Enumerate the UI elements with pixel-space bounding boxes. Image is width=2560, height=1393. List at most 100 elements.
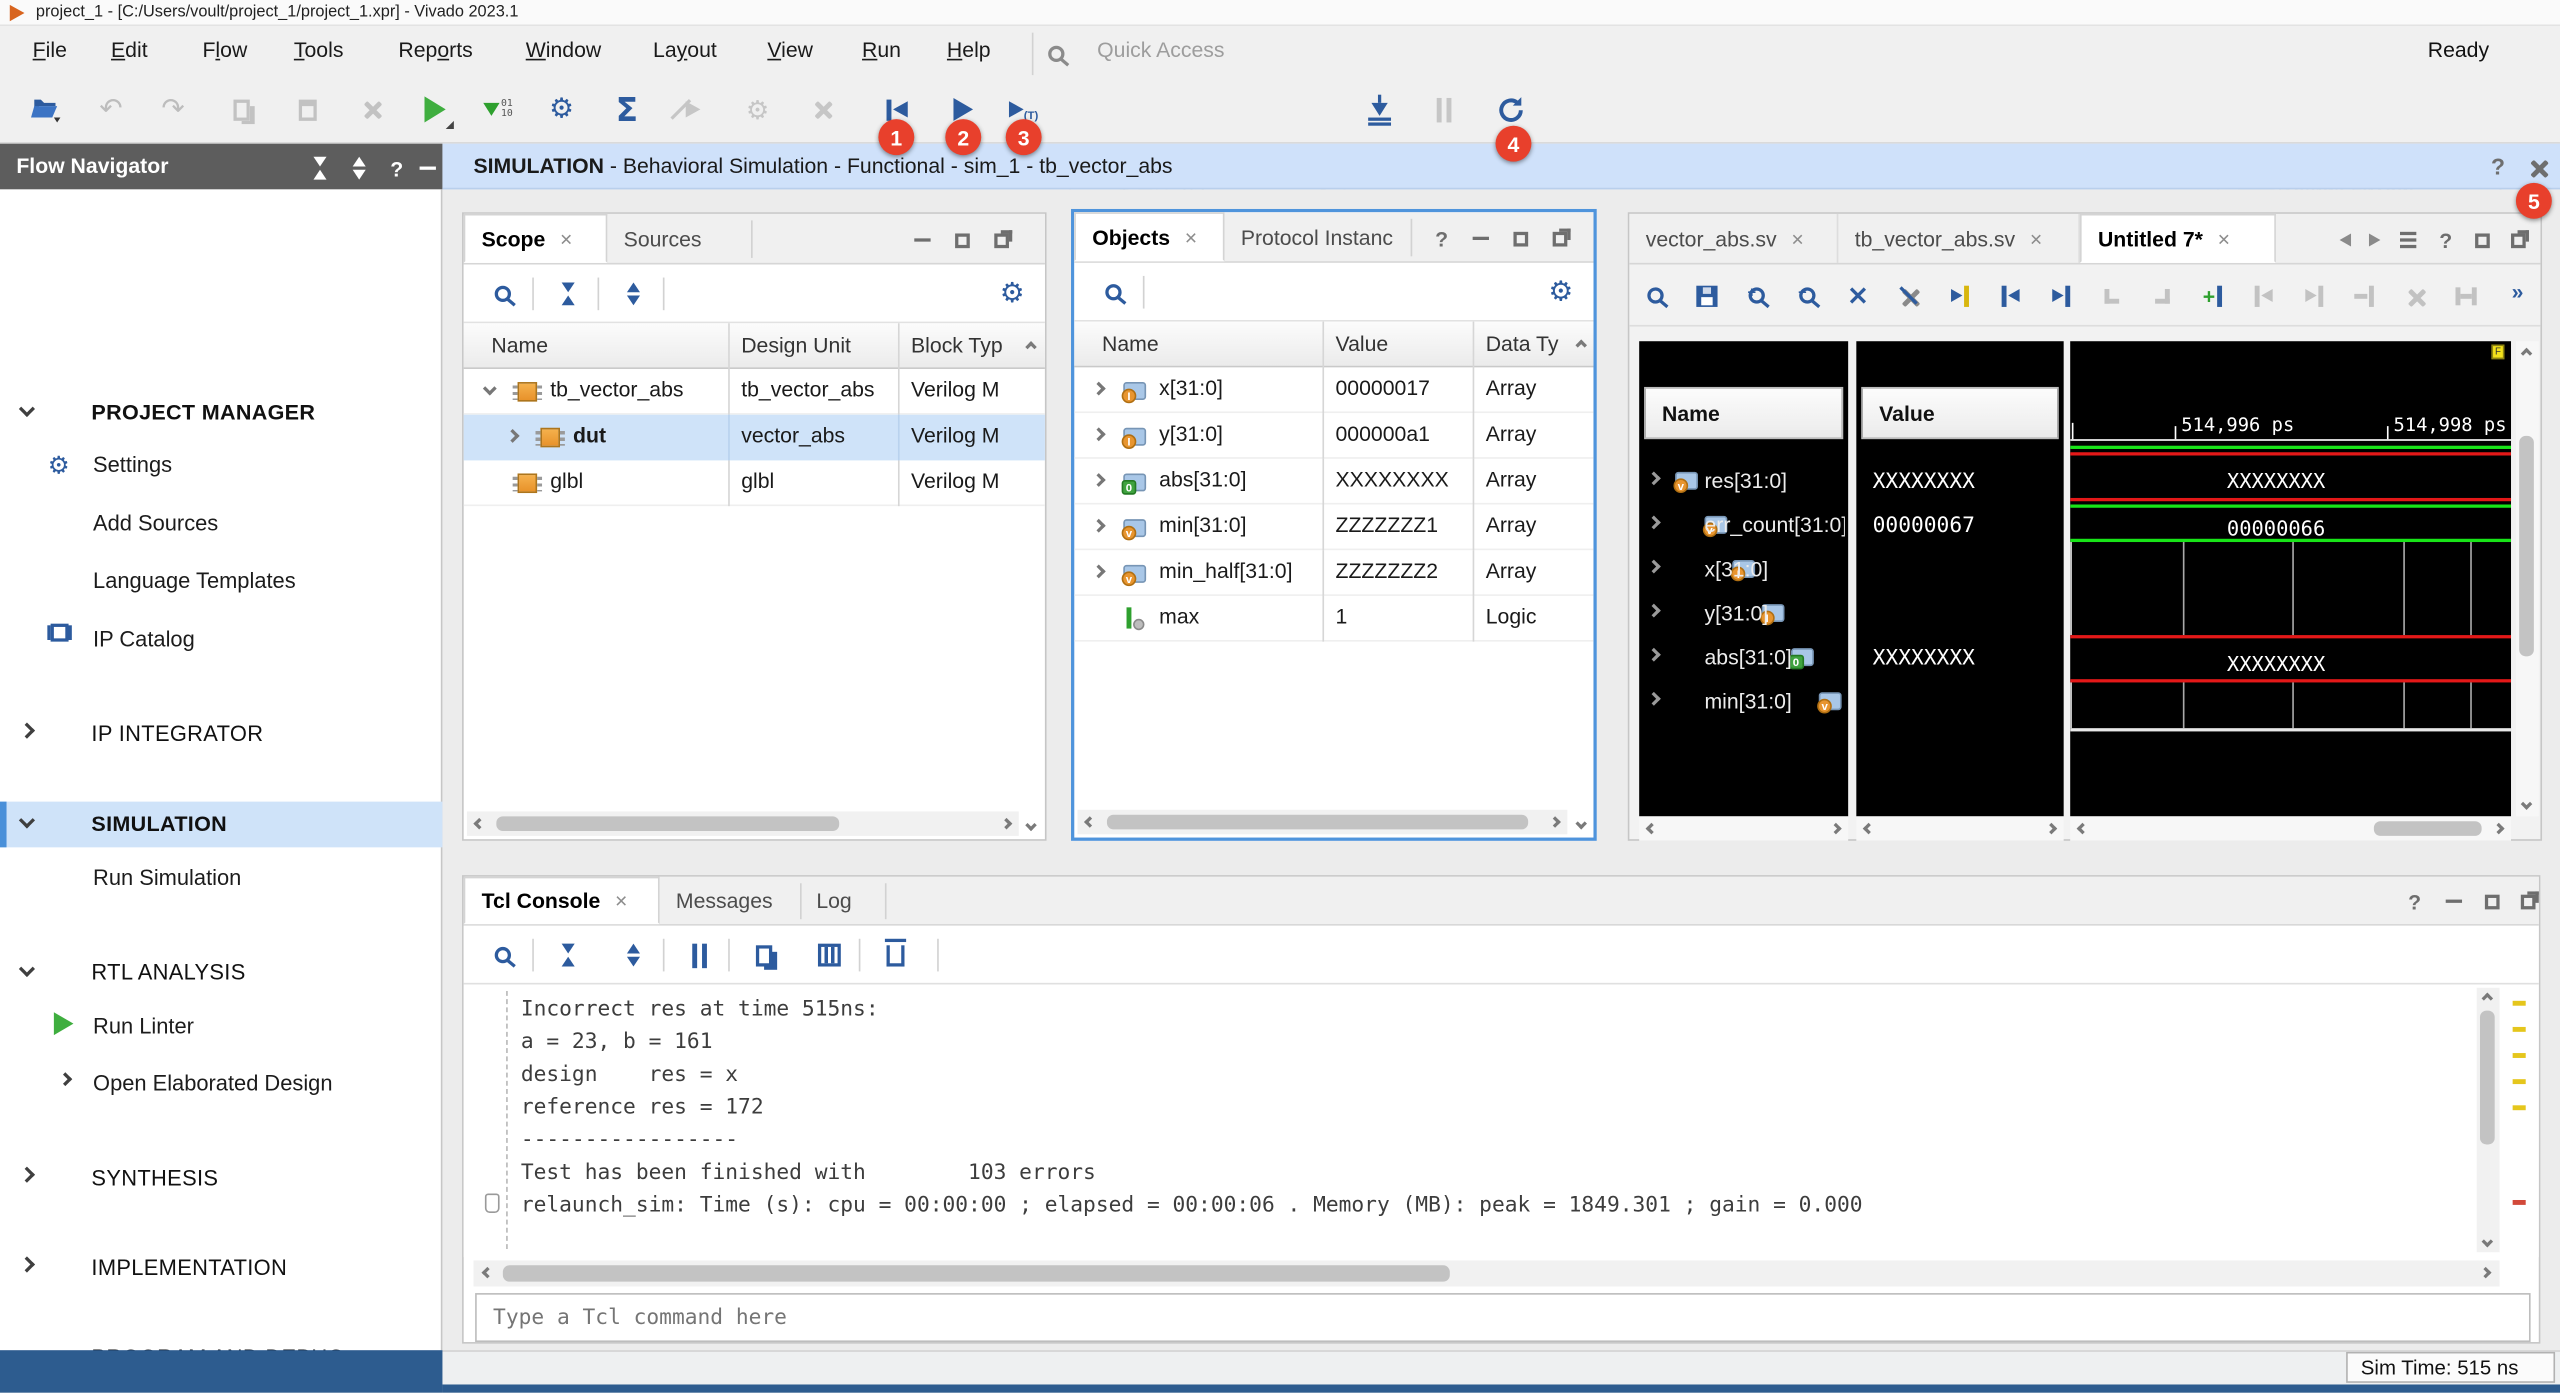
tree-chevron-icon[interactable] (1647, 692, 1661, 706)
tab-scroll-right-icon[interactable] (2361, 217, 2387, 263)
minimize-icon[interactable] (904, 217, 940, 263)
undo-button[interactable]: ↶ (88, 87, 134, 133)
table-row[interactable]: 0 abs[31:0] XXXXXXXX Array (1074, 459, 1593, 505)
tree-chevron-icon[interactable] (1647, 516, 1661, 530)
minimize-icon[interactable] (2436, 878, 2472, 924)
help-icon[interactable]: ? (2397, 878, 2433, 924)
tab-untitled-7[interactable]: Untitled 7*× (2080, 214, 2276, 263)
delete-button[interactable] (349, 87, 395, 133)
wave-canvas[interactable]: F 514,996 ps 514,998 ps XXXXXXXX 0000006… (2070, 341, 2511, 816)
menu-layout[interactable]: Layout (653, 38, 717, 62)
wave-name-hscrollbar[interactable] (1639, 816, 1848, 840)
tab-objects[interactable]: Objects× (1074, 212, 1224, 261)
section-chevron-icon[interactable] (19, 401, 35, 417)
menu-tools[interactable]: Tools (294, 38, 344, 62)
menu-window[interactable]: Window (526, 38, 602, 62)
tree-chevron-icon[interactable] (1092, 473, 1106, 487)
tab-scope[interactable]: Scope× (464, 214, 608, 263)
zoom-out-icon[interactable]: − (1784, 273, 1830, 319)
close-icon[interactable]: × (1791, 228, 1803, 249)
expand-collapse-icon[interactable] (340, 145, 379, 191)
error-mark[interactable] (2513, 1200, 2526, 1205)
sidebar-item-add-sources[interactable]: Add Sources (93, 511, 218, 535)
section-chevron-icon[interactable] (19, 1167, 35, 1183)
help-icon[interactable]: ? (2429, 217, 2462, 263)
scroll-down-icon[interactable] (1025, 820, 1037, 832)
tree-chevron-icon[interactable] (1647, 604, 1661, 618)
search-icon[interactable] (480, 932, 526, 978)
redo-button[interactable]: ↷ (150, 87, 196, 133)
sidebar-section-synthesis[interactable]: SYNTHESIS (91, 1166, 218, 1190)
table-row[interactable]: max 1 Logic (1074, 596, 1593, 642)
tree-chevron-icon[interactable] (1092, 382, 1106, 396)
zoom-in-icon[interactable]: + (1734, 273, 1780, 319)
sidebar-item-open-elaborated-design[interactable]: Open Elaborated Design (93, 1071, 332, 1095)
sidebar-section-project-manager[interactable]: PROJECT MANAGER (91, 400, 315, 424)
sidebar-item-run-linter[interactable]: Run Linter (93, 1014, 194, 1038)
collapse-all-icon[interactable] (545, 271, 591, 317)
toolbar-overflow-icon[interactable]: » (2501, 268, 2534, 314)
table-row[interactable]: glbl glbl Verilog M (464, 460, 1045, 506)
tab-sources[interactable]: Sources (607, 214, 734, 263)
sidebar-section-rtl-analysis[interactable]: RTL ANALYSIS (91, 960, 245, 984)
tab-messages[interactable]: Messages (660, 877, 800, 924)
objects-hscrollbar[interactable] (1078, 810, 1568, 834)
sidebar-section-simulation[interactable]: SIMULATION (91, 811, 227, 835)
table-row[interactable]: I y[31:0] 000000a1 Array (1074, 413, 1593, 459)
expand-all-icon[interactable] (611, 932, 657, 978)
tree-chevron-icon[interactable] (1647, 648, 1661, 662)
pause-output-icon[interactable] (676, 932, 722, 978)
sidebar-item-run-simulation[interactable]: Run Simulation (93, 865, 241, 889)
maximize-icon[interactable] (1502, 216, 1538, 262)
tab-vector-abs-sv[interactable]: vector_abs.sv× (1629, 214, 1838, 263)
menu-view[interactable]: View (767, 38, 813, 62)
maximize-icon[interactable] (2465, 217, 2498, 263)
settings-gear-icon[interactable]: ⚙ (1538, 269, 1584, 315)
maximize-icon[interactable] (2473, 878, 2509, 924)
tab-scroll-left-icon[interactable] (2331, 217, 2357, 263)
console-body[interactable]: Incorrect res at time 515ns: a = 23, b =… (464, 984, 2539, 1257)
search-icon[interactable] (480, 271, 526, 317)
wave-vscrollbar[interactable] (2516, 341, 2539, 816)
warning-mark[interactable] (2513, 1105, 2526, 1110)
table-row[interactable]: I x[31:0] 00000017 Array (1074, 367, 1593, 413)
cancel-icon[interactable] (1886, 273, 1932, 319)
tree-chevron-icon[interactable] (1092, 565, 1106, 579)
sim-step-button[interactable] (1357, 87, 1403, 133)
warning-mark[interactable] (2513, 1079, 2526, 1084)
open-project-button[interactable] (23, 87, 69, 133)
copy-icon[interactable] (741, 932, 787, 978)
maximize-icon[interactable] (944, 217, 980, 263)
table-row-selected[interactable]: dut vector_abs Verilog M (464, 415, 1045, 461)
warning-mark[interactable] (2513, 1027, 2526, 1032)
generate-bitstream-button[interactable]: 0110 (475, 87, 521, 133)
sidebar-item-language-templates[interactable]: Language Templates (93, 568, 296, 592)
tree-chevron-icon[interactable] (1092, 519, 1106, 533)
menu-run[interactable]: Run (862, 38, 901, 62)
help-icon[interactable]: ? (2480, 144, 2516, 190)
collapse-all-icon[interactable] (545, 932, 591, 978)
tab-menu-icon[interactable] (2393, 217, 2422, 263)
table-row[interactable]: v min_half[31:0] ZZZZZZZ2 Array (1074, 550, 1593, 596)
section-chevron-icon[interactable] (19, 1256, 35, 1272)
float-icon[interactable] (983, 217, 1019, 263)
scroll-down-icon[interactable] (1575, 818, 1587, 830)
go-to-time-icon[interactable] (1936, 273, 1982, 319)
search-icon[interactable] (1633, 273, 1679, 319)
close-icon[interactable]: × (615, 890, 627, 911)
close-icon[interactable]: × (1185, 226, 1197, 247)
collapse-all-icon[interactable] (300, 145, 339, 191)
next-transition-icon[interactable] (2038, 273, 2084, 319)
tab-tcl-console[interactable]: Tcl Console× (464, 877, 660, 924)
tree-chevron-icon[interactable] (1647, 560, 1661, 574)
expand-all-icon[interactable] (611, 271, 657, 317)
float-icon[interactable] (2501, 217, 2534, 263)
float-icon[interactable] (1541, 216, 1577, 262)
tcl-command-input[interactable] (475, 1293, 2531, 1342)
menu-help[interactable]: Help (947, 38, 991, 62)
minimize-icon[interactable] (411, 145, 444, 191)
paste-button[interactable] (284, 87, 330, 133)
tab-protocol-instances[interactable]: Protocol Instanc (1224, 212, 1407, 261)
menu-file[interactable]: File (33, 38, 67, 62)
warning-mark[interactable] (2513, 1053, 2526, 1058)
